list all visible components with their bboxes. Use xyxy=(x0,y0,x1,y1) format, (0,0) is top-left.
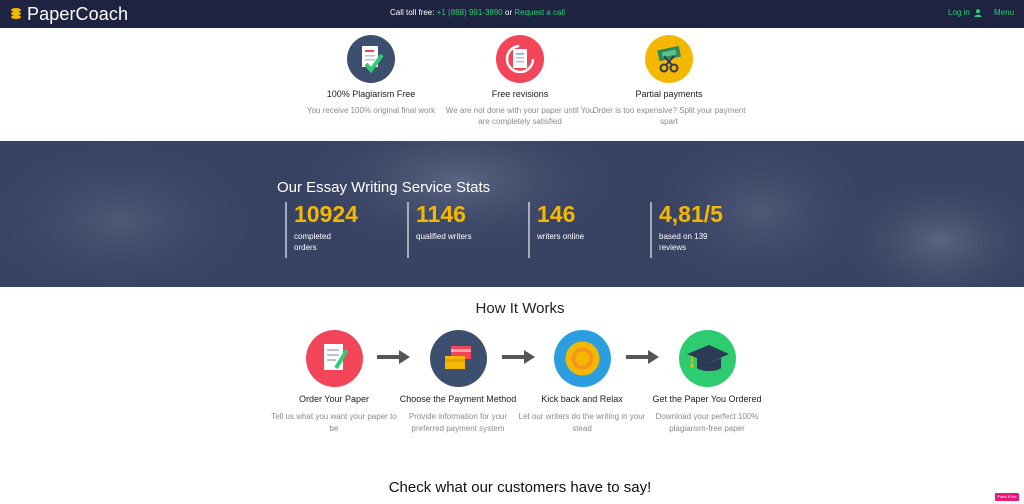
order-paper-icon xyxy=(305,330,363,387)
step-desc: Download your perfect 100% plagiarism-fr… xyxy=(655,412,759,433)
step-desc: Let our writers do the writing in your s… xyxy=(518,412,646,433)
toll-free-info: Call toll free: +1 (888) 991-3890 or Req… xyxy=(390,8,565,17)
logo[interactable]: PaperCoach xyxy=(10,3,128,25)
phone-link[interactable]: +1 (888) 991-3890 xyxy=(437,8,503,17)
request-call-link[interactable]: Request a call xyxy=(514,8,565,17)
menu-button[interactable]: Menu xyxy=(994,8,1014,17)
step-order-paper: Order Your Paper Tell us what you want y… xyxy=(269,330,399,435)
stat-value: 4,81/5 xyxy=(659,201,723,227)
step-title: Choose the Payment Method xyxy=(399,394,517,404)
point-it-badge[interactable]: Point It Me xyxy=(995,493,1019,501)
top-navbar: PaperCoach Call toll free: +1 (888) 991-… xyxy=(0,0,1024,28)
stats-background-image xyxy=(0,141,1024,287)
stats-section: Our Essay Writing Service Stats 10924 co… xyxy=(0,141,1024,287)
graduation-cap-icon xyxy=(678,330,736,387)
login-link[interactable]: Log in xyxy=(948,8,982,17)
stats-title: Our Essay Writing Service Stats xyxy=(277,179,491,196)
toll-label: Call toll free: xyxy=(390,8,435,17)
or-text: or xyxy=(505,8,513,17)
stat-qualified-writers: 1146 qualified writers xyxy=(407,202,476,258)
feature-desc: We are not done with your paper until Yo… xyxy=(445,106,595,126)
logo-text: PaperCoach xyxy=(27,3,129,24)
step-kick-back-relax: Kick back and Relax Let our writers do t… xyxy=(517,330,647,435)
step-title: Get the Paper You Ordered xyxy=(652,394,762,404)
stat-label: writers online xyxy=(537,232,585,241)
feature-free-revisions: Free revisions We are not done with your… xyxy=(440,35,600,127)
feature-desc: Order is too expensive? Split your payme… xyxy=(592,106,746,126)
stat-value: 1146 xyxy=(416,201,466,227)
payment-cards-icon xyxy=(429,330,487,387)
feature-plagiarism-free: 100% Plagiarism Free You receive 100% or… xyxy=(291,35,451,116)
login-label: Log in xyxy=(948,8,970,17)
feature-title: Free revisions xyxy=(491,89,549,99)
step-title: Kick back and Relax xyxy=(541,394,623,404)
stat-label: qualified writers xyxy=(416,232,472,241)
feature-title: Partial payments xyxy=(635,89,703,99)
how-it-works-title: How It Works xyxy=(475,300,565,317)
step-title: Order Your Paper xyxy=(298,394,370,404)
document-check-icon xyxy=(347,35,395,83)
user-icon xyxy=(974,8,982,17)
step-get-paper: Get the Paper You Ordered Download your … xyxy=(642,330,772,435)
logo-coins-icon xyxy=(11,8,21,19)
stat-reviews: 4,81/5 based on 139 reviews xyxy=(650,202,723,258)
stat-value: 10924 xyxy=(294,201,358,227)
revision-icon xyxy=(496,35,544,83)
scissors-money-icon xyxy=(645,35,693,83)
stat-label: based on 139 reviews xyxy=(659,232,708,252)
step-choose-payment: Choose the Payment Method Provide inform… xyxy=(393,330,523,435)
stat-value: 146 xyxy=(537,201,576,227)
feature-partial-payments: Partial payments Order is too expensive?… xyxy=(589,35,749,127)
feature-desc: You receive 100% original final work xyxy=(306,106,436,115)
stat-completed-orders: 10924 completed orders xyxy=(285,202,358,258)
stat-writers-online: 146 writers online xyxy=(528,202,597,258)
step-desc: Provide information for your preferred p… xyxy=(408,412,508,433)
customers-section-title: Check what our customers have to say! xyxy=(388,479,652,496)
feature-title: 100% Plagiarism Free xyxy=(326,89,416,99)
sun-icon xyxy=(553,330,611,387)
step-desc: Tell us what you want your paper to be xyxy=(271,412,397,433)
stat-label: completed orders xyxy=(294,232,331,252)
